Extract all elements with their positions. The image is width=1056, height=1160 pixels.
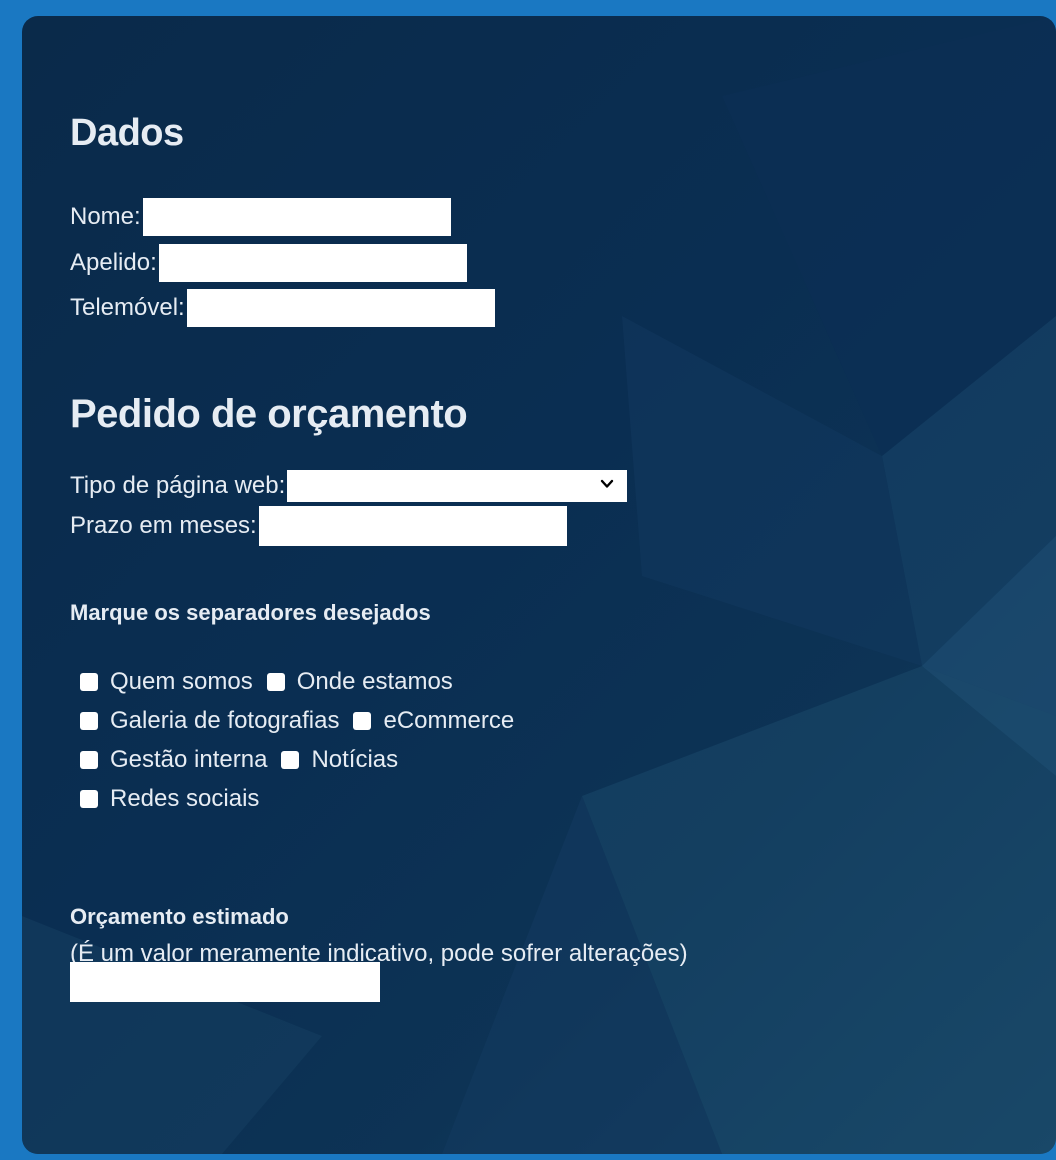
section-title-dados: Dados (70, 112, 184, 154)
label-nome: Nome: (70, 203, 141, 230)
chevron-down-icon (601, 479, 614, 488)
option-label: Notícias (311, 746, 399, 773)
field-row-prazo: Prazo em meses: (70, 506, 567, 546)
field-row-tipo: Tipo de página web: (70, 470, 628, 502)
orcamento-output-field[interactable] (70, 962, 380, 1002)
checkbox-redes-sociais[interactable] (80, 790, 98, 808)
section-title-pedido: Pedido de orçamento (70, 392, 468, 436)
prazo-input[interactable] (258, 506, 567, 546)
label-apelido: Apelido: (70, 249, 157, 276)
checkbox-noticias[interactable] (281, 751, 300, 769)
telemovel-input[interactable] (186, 289, 495, 327)
field-row-telemovel: Telemóvel: (70, 289, 495, 327)
checkbox-row-1: Quem somos Onde estamos (80, 668, 467, 696)
nome-input[interactable] (142, 198, 451, 236)
option-quem-somos: Quem somos (80, 668, 253, 696)
tipo-pagina-select[interactable] (287, 470, 628, 502)
label-tipo-pagina: Tipo de página web: (70, 472, 286, 499)
option-label: Redes sociais (110, 785, 260, 812)
page-frame: Dados Nome: Apelido: Telemóvel: Pedido d… (0, 0, 1056, 1160)
label-telemovel: Telemóvel: (70, 294, 185, 321)
option-onde-estamos: Onde estamos (266, 668, 453, 696)
checkbox-quem-somos[interactable] (80, 673, 98, 691)
option-label: eCommerce (383, 707, 515, 734)
checkbox-galeria[interactable] (80, 712, 98, 730)
field-row-nome: Nome: (70, 198, 451, 236)
option-galeria: Galeria de fotografias (80, 707, 339, 735)
option-gestao-interna: Gestão interna (80, 746, 267, 774)
option-ecommerce: eCommerce (353, 707, 514, 735)
option-label: Gestão interna (110, 746, 268, 773)
checkbox-row-2: Galeria de fotografias eCommerce (80, 707, 528, 735)
checkbox-row-3: Gestão interna Notícias (80, 746, 412, 774)
field-row-apelido: Apelido: (70, 244, 467, 282)
form-panel: Dados Nome: Apelido: Telemóvel: Pedido d… (22, 16, 1056, 1154)
option-label: Onde estamos (296, 668, 453, 695)
separadores-title: Marque os separadores desejados (70, 600, 431, 625)
checkbox-onde-estamos[interactable] (266, 673, 285, 691)
orcamento-title: Orçamento estimado (70, 904, 289, 929)
option-label: Galeria de fotografias (110, 707, 340, 734)
label-prazo: Prazo em meses: (70, 512, 257, 539)
apelido-input[interactable] (158, 244, 467, 282)
option-noticias: Notícias (281, 746, 398, 774)
checkbox-gestao-interna[interactable] (80, 751, 98, 769)
checkbox-ecommerce[interactable] (353, 712, 372, 730)
option-label: Quem somos (110, 668, 253, 695)
checkbox-row-4: Redes sociais (80, 785, 273, 813)
option-redes-sociais: Redes sociais (80, 785, 259, 813)
